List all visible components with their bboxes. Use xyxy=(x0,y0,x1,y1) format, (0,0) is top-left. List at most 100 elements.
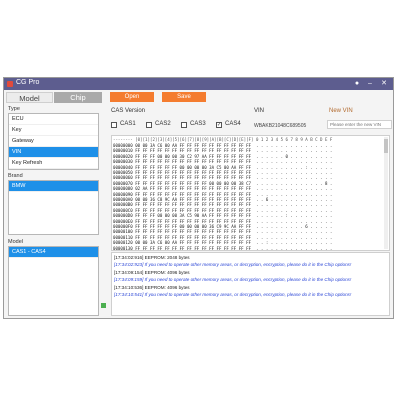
hex-row-address: 000000C0 xyxy=(113,207,133,213)
hex-row-address: 000000A0 xyxy=(113,197,133,202)
hex-row-ascii: . . . . . . . . . . . . . . . . xyxy=(255,191,333,197)
main-panel: Open Save CAS Version VIN New VIN CAS1 C… xyxy=(107,90,393,318)
open-button[interactable]: Open xyxy=(110,92,154,102)
log-line: [17:34:09:159] If you need to operate ot… xyxy=(114,277,352,283)
hex-row-bytes: FF FF FF FF FF FF FF FF FF FF FF FF FF F… xyxy=(135,207,252,213)
hex-row: 00000130 FF FF FF FF FF FF FF FF FF FF F… xyxy=(113,245,333,251)
hex-row-bytes: FF FF FF 00 00 00 30 C2 97 AA FF FF FF F… xyxy=(135,153,252,159)
hex-row-bytes: FF FF FF FF FF FF 00 00 00 00 3A C5 00 A… xyxy=(135,164,252,170)
hex-row-bytes: 00 00 3A C6 00 AA FF FF FF FF FF FF FF F… xyxy=(135,143,252,148)
hex-row-address: 00000110 xyxy=(113,234,133,240)
brand-list: BMW xyxy=(8,180,99,235)
title-bar: CG Pro ● – ✕ xyxy=(4,78,393,90)
save-button[interactable]: Save xyxy=(162,92,206,102)
hex-row-address: 000000D0 xyxy=(113,213,133,219)
close-icon[interactable]: ✕ xyxy=(380,80,388,88)
log-line: [17:34:02:916] EEPROM: 2048 bytes xyxy=(114,255,190,260)
brand-item-bmw[interactable]: BMW xyxy=(9,181,98,192)
model-label: Model xyxy=(8,239,23,245)
app-window: CG Pro ● – ✕ Model Chip Type ECU Key Gat… xyxy=(3,77,394,319)
hex-row-ascii: . . . . . . . . . . . . . . . . xyxy=(255,186,333,192)
cas-version-label: CAS Version xyxy=(111,108,146,114)
hex-row-ascii: . . . . . . . . . . . . . . . . xyxy=(255,229,333,235)
hex-row-bytes: FF FF FF FF FF FF FF FF FF FF FF FF FF F… xyxy=(135,170,252,175)
hex-row-bytes: 00 00 3A C6 00 AA FF FF FF FF FF FF FF F… xyxy=(135,240,252,246)
hex-row-ascii: . . 6 . . . . . . . . . . . . . xyxy=(255,197,333,202)
left-panel: Model Chip Type ECU Key Gateway VIN Key … xyxy=(4,90,104,318)
tab-model[interactable]: Model xyxy=(6,92,53,103)
hex-row-bytes: FF FF FF FF FF FF FF FF FF FF FF FF FF F… xyxy=(135,148,252,154)
hex-row-bytes: FF FF FF FF FF FF FF FF FF FF 00 00 00 0… xyxy=(135,180,252,186)
hex-row-address: 00000080 xyxy=(113,186,133,192)
type-item-key-refresh[interactable]: Key Refresh xyxy=(9,158,98,169)
model-list: CAS1 - CAS4 xyxy=(8,246,99,316)
hex-scrollbar[interactable] xyxy=(384,137,388,249)
hex-row-bytes: FF FF FF FF FF FF FF FF FF FF FF FF FF F… xyxy=(135,175,252,181)
vin-label: VIN xyxy=(254,108,265,114)
hex-row-bytes: FF FF FF FF FF FF FF FF FF FF FF FF FF F… xyxy=(135,229,252,235)
hex-row-address: 00000130 xyxy=(113,245,133,251)
hex-row-ascii: . . . . . . . . . . . . . . 8 . xyxy=(255,180,333,186)
hex-row-ascii: . . . . . . . . . . 6 . . . . . xyxy=(255,224,333,229)
hex-row-address: 00000050 xyxy=(113,170,133,175)
log-panel: [17:34:02:916] EEPROM: 2048 bytes [17:34:… xyxy=(111,252,390,316)
hex-view[interactable]: -------- [0][1][2][3][4][5][6][7][8][9][… xyxy=(111,135,390,251)
minimize-icon[interactable]: – xyxy=(366,80,374,88)
hex-row-ascii: . . . . . . : . . . . . . . . . xyxy=(255,213,333,219)
tab-chip[interactable]: Chip xyxy=(54,92,102,103)
hex-header-ascii: 0 1 2 3 4 5 6 7 8 9 A B C D E F xyxy=(255,137,333,142)
hex-row-address: 00000030 xyxy=(113,159,133,165)
status-indicator xyxy=(101,303,106,308)
hex-row-ascii: . . . . . . . . . . : . . . . . xyxy=(255,164,333,170)
type-item-key[interactable]: Key xyxy=(9,125,98,136)
cas1-checkbox[interactable] xyxy=(111,122,117,128)
app-logo-icon xyxy=(7,81,13,87)
new-vin-input[interactable] xyxy=(327,120,392,129)
log-line: [17:34:09:154] EEPROM: 4096 bytes xyxy=(114,269,190,275)
hex-row-bytes: FF FF FF FF FF FF FF FF FF FF FF FF FF F… xyxy=(135,234,252,240)
hex-row-ascii: . . . . . . 0 . . . . . . . . . xyxy=(255,153,333,159)
cas2-label: CAS2 xyxy=(155,121,171,127)
type-item-gateway[interactable]: Gateway xyxy=(9,136,98,147)
hex-row-ascii: . . . . . . . . . . . . . . . . xyxy=(255,159,333,165)
user-icon[interactable]: ● xyxy=(353,80,361,88)
hex-row-bytes: 00 00 36 C8 9C AA FF FF FF FF FF FF FF F… xyxy=(135,197,252,202)
hex-row-ascii: . . . . . . . . . . . . . . . . xyxy=(255,245,333,251)
hex-row-address: 00000000 xyxy=(113,143,133,148)
hex-row-address: 00000090 xyxy=(113,191,133,197)
cas2-checkbox[interactable] xyxy=(146,122,152,128)
hex-row-bytes: FF FF FF FF FF FF FF FF FF FF FF FF FF F… xyxy=(135,218,252,224)
new-vin-label: New VIN xyxy=(329,108,353,114)
hex-scroll-thumb[interactable] xyxy=(384,139,388,153)
vin-value: WBAKB21048C689505 xyxy=(254,123,307,129)
cas4-checkbox[interactable]: ✓ xyxy=(216,122,222,128)
hex-row-bytes: FF FF FF FF FF FF FF FF FF FF FF FF FF F… xyxy=(135,191,252,197)
log-line: [17:34:10:536] EEPROM: 4096 bytes xyxy=(114,284,190,290)
hex-header-offset: -------- xyxy=(113,137,133,142)
type-item-vin[interactable]: VIN xyxy=(9,147,98,158)
window-title: CG Pro xyxy=(16,79,40,86)
cas3-checkbox[interactable] xyxy=(181,122,187,128)
hex-row-ascii: . . : . . . . . . . . . . . . . xyxy=(255,240,333,246)
hex-row-address: 000000F0 xyxy=(113,224,133,229)
hex-row-address: 00000120 xyxy=(113,240,133,246)
hex-row-address: 00000040 xyxy=(113,164,133,170)
hex-row-bytes: FF FF FF 00 00 00 3A C5 90 AA FF FF FF F… xyxy=(135,213,252,219)
brand-label: Brand xyxy=(8,173,23,179)
hex-row-ascii: . . . . . . . . . . . . . . . . xyxy=(255,148,333,154)
hex-header-cols: [0][1][2][3][4][5][6][7][8][9][A][B][C][… xyxy=(135,137,254,142)
log-line: [17:34:10:541] If you need to operate ot… xyxy=(114,292,352,297)
model-item-cas1-cas4[interactable]: CAS1 - CAS4 xyxy=(9,247,98,258)
hex-row-address: 000000B0 xyxy=(113,202,133,208)
cas4-label: CAS4 xyxy=(225,121,241,127)
hex-row-bytes: FF FF FF FF FF FF FF FF FF FF FF FF FF F… xyxy=(135,202,252,208)
hex-row-ascii: . . . . . . . . . . . . . . . . xyxy=(255,202,333,208)
hex-row-ascii: . . . . . . . . . . . . . . . . xyxy=(255,170,333,175)
hex-row-address: 00000020 xyxy=(113,153,133,159)
hex-row-address: 00000070 xyxy=(113,180,133,186)
hex-row-ascii: . . . . . . . . . . . . . . . . xyxy=(255,207,333,213)
type-item-ecu[interactable]: ECU xyxy=(9,114,98,125)
hex-row-ascii: . . . . . . . . . . . . . . . . xyxy=(255,175,333,181)
hex-row-address: 00000100 xyxy=(113,229,133,235)
hex-row-ascii: . . . . . . . . . . . . . . . . xyxy=(255,218,333,224)
